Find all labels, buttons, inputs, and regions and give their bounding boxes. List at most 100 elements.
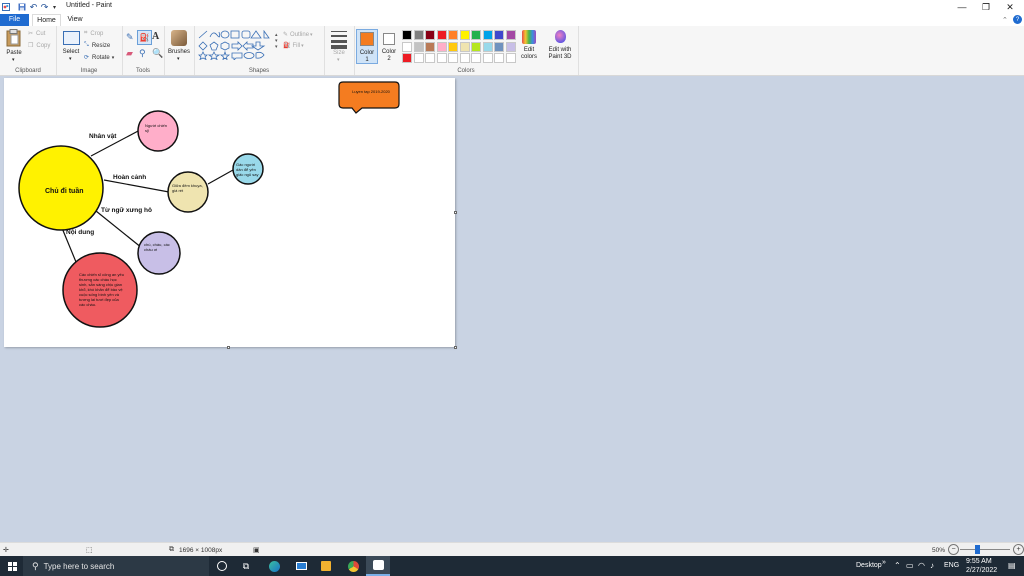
show-hidden-icons[interactable]: ⌃ [894, 561, 901, 570]
wifi-icon[interactable]: ◠ [918, 561, 925, 570]
select-button[interactable]: Select ▾ [59, 30, 83, 64]
resize-handle-corner[interactable] [454, 346, 457, 349]
palette-swatch[interactable] [402, 41, 412, 52]
palette-swatch[interactable] [448, 30, 458, 40]
eraser-icon[interactable]: ▰ [126, 48, 133, 59]
tools-group: ✎ ⛽ A ▰ ⚲ 🔍 Tools [122, 26, 165, 75]
palette-swatch[interactable] [482, 30, 493, 40]
paste-button[interactable]: Paste ▾ [3, 29, 25, 65]
crop-label: Crop [90, 30, 104, 37]
palette-swatch[interactable] [459, 30, 470, 40]
fill-button[interactable]: ⛽ Fill ▾ [283, 42, 304, 50]
palette-swatch[interactable] [413, 41, 424, 52]
palette-swatch[interactable] [505, 53, 516, 63]
task-view-icon[interactable]: ⧉ [238, 556, 254, 576]
palette-swatch[interactable] [436, 53, 447, 63]
copy-button[interactable]: ❐ Copy [28, 42, 50, 50]
palette-swatch[interactable] [459, 41, 470, 52]
mail-icon[interactable] [292, 556, 310, 576]
palette-swatch[interactable] [505, 30, 516, 40]
network-icon[interactable]: ▭ [906, 561, 914, 570]
save-icon[interactable] [17, 2, 26, 12]
palette-swatch[interactable] [425, 41, 435, 52]
fill-icon: ⛽ [283, 43, 291, 49]
clock-date[interactable]: 2/27/2022 [966, 567, 997, 574]
rotate-button[interactable]: ⟳ Rotate ▾ [84, 54, 114, 62]
palette-swatch[interactable] [494, 30, 504, 40]
undo-icon[interactable]: ↶ [29, 2, 38, 12]
zoom-out-button[interactable]: − [948, 544, 959, 555]
fill-bucket-icon[interactable]: ⛽ [137, 30, 152, 45]
zoom-slider-thumb[interactable] [975, 545, 980, 554]
size-label: Size [333, 50, 345, 56]
shapes-scroll-icon[interactable]: ▴ ▾ ▾ [275, 32, 278, 50]
volume-icon[interactable]: ♪ [930, 561, 934, 570]
palette-swatch[interactable] [413, 30, 424, 40]
palette-swatch[interactable] [482, 53, 493, 63]
collapse-ribbon-icon[interactable]: ⌃ [1002, 16, 1008, 24]
palette-swatch[interactable] [402, 53, 412, 63]
clock-time[interactable]: 9:55 AM [966, 558, 992, 565]
zoom-level-text: 50% [932, 547, 946, 554]
palette-swatch[interactable] [425, 30, 435, 40]
palette-swatch[interactable] [471, 30, 481, 40]
brushes-button[interactable]: Brushes ▾ [166, 29, 192, 65]
edge-browser-icon[interactable] [265, 556, 283, 576]
drawing-canvas[interactable]: Chủ đi tuần Nhân vật Hoàn cảnh Từ ngữ xư… [4, 78, 455, 347]
paste-dropdown-icon: ▾ [12, 57, 15, 63]
palette-swatch[interactable] [482, 41, 493, 52]
connector-hoan-canh [103, 179, 170, 193]
text-xung-ho: chú, cháu, các cháu ơi [144, 242, 170, 252]
cortana-icon[interactable] [214, 556, 230, 576]
zoom-slider-track[interactable] [960, 549, 1010, 550]
color-picker-icon[interactable]: ⚲ [139, 48, 146, 59]
close-button[interactable]: ✕ [998, 1, 1022, 13]
resize-handle-bottom[interactable] [227, 346, 230, 349]
size-button[interactable]: Size ▾ [327, 29, 351, 65]
maximize-button[interactable]: ❐ [974, 1, 998, 13]
palette-swatch[interactable] [436, 30, 447, 40]
resize-button[interactable]: ⤡ Resize [84, 42, 110, 49]
cut-button[interactable]: ✂ Cut [28, 30, 45, 38]
resize-handle-right[interactable] [454, 211, 457, 214]
palette-swatch[interactable] [494, 41, 504, 52]
tab-view[interactable]: View [64, 14, 86, 26]
edit-colors-button[interactable]: Edit colors [518, 29, 540, 65]
paint-taskbar-icon[interactable] [366, 556, 390, 576]
palette-swatch[interactable] [494, 53, 504, 63]
palette-swatch[interactable] [436, 41, 447, 52]
notifications-icon[interactable]: ▤ [1008, 561, 1016, 570]
toolbar-overflow-icon[interactable]: » [882, 559, 886, 566]
tab-file[interactable]: File [0, 14, 29, 26]
customize-quick-access-icon[interactable]: ▾ [51, 2, 58, 12]
palette-swatch[interactable] [459, 53, 470, 63]
store-icon[interactable] [317, 556, 335, 576]
palette-swatch[interactable] [448, 41, 458, 52]
chrome-icon[interactable] [344, 556, 362, 576]
selection-size-icon: ⬚ [86, 547, 93, 554]
crop-button[interactable]: ⌗ Crop [84, 30, 103, 37]
desktop-toolbar-label[interactable]: Desktop [856, 562, 882, 569]
color2-button[interactable]: Color 2 [380, 29, 400, 64]
pencil-icon[interactable]: ✎ [126, 32, 134, 43]
zoom-in-button[interactable]: + [1013, 544, 1024, 555]
palette-swatch[interactable] [471, 53, 481, 63]
palette-swatch[interactable] [413, 53, 424, 63]
text-tool-icon[interactable]: A [152, 31, 159, 42]
outline-button[interactable]: ✎ Outline ▾ [283, 31, 313, 39]
minimize-button[interactable]: — [950, 1, 974, 13]
palette-swatch[interactable] [505, 41, 516, 52]
language-indicator[interactable]: ENG [944, 562, 959, 569]
redo-icon[interactable]: ↷ [40, 2, 49, 12]
palette-swatch[interactable] [448, 53, 458, 63]
color1-button[interactable]: Color 1 [356, 29, 378, 64]
help-icon[interactable]: ? [1013, 15, 1022, 24]
palette-swatch[interactable] [471, 41, 481, 52]
edit-paint3d-button[interactable]: Edit with Paint 3D [544, 29, 576, 65]
taskbar-search-box[interactable]: ⚲ Type here to search [23, 556, 209, 576]
shapes-gallery[interactable] [198, 30, 280, 60]
palette-swatch[interactable] [425, 53, 435, 63]
magnifier-icon[interactable]: 🔍 [152, 48, 163, 59]
palette-swatch[interactable] [402, 30, 412, 40]
start-button[interactable] [3, 556, 21, 576]
